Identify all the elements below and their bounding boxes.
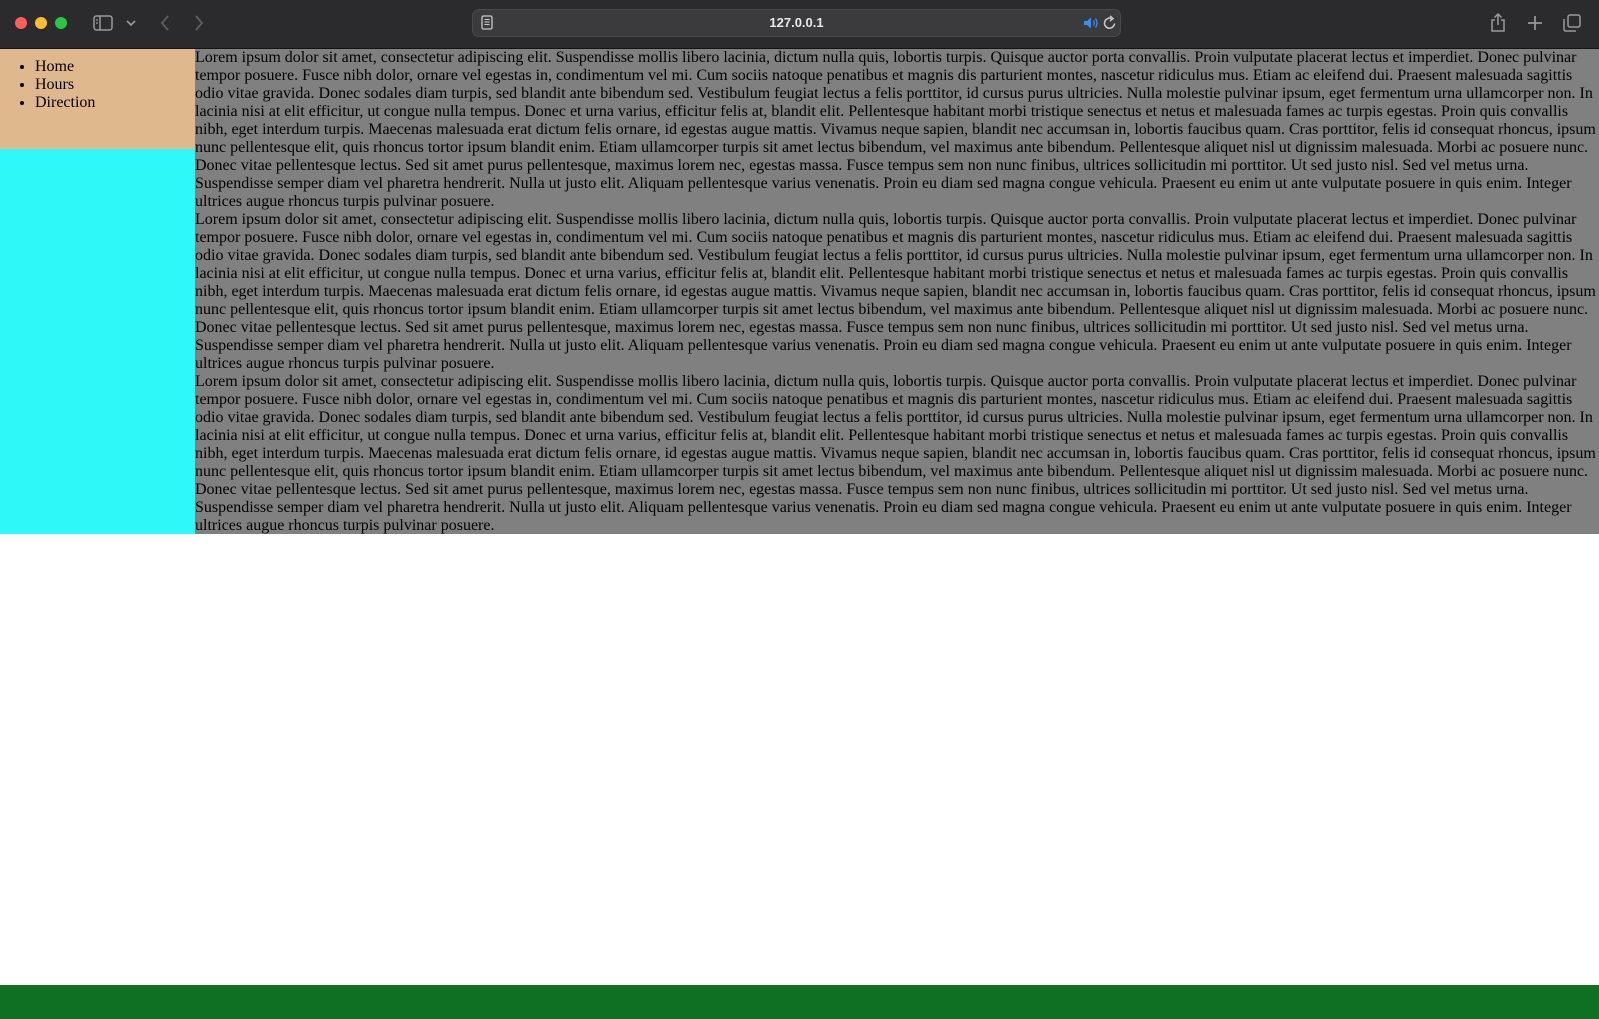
minimize-window-button[interactable] bbox=[35, 17, 47, 29]
url-text: 127.0.0.1 bbox=[769, 15, 824, 30]
new-tab-icon[interactable] bbox=[1524, 12, 1546, 34]
tabs-overview-icon[interactable] bbox=[1561, 12, 1583, 34]
nav-item-home[interactable]: Home bbox=[35, 58, 195, 76]
share-icon[interactable] bbox=[1487, 12, 1509, 34]
paragraph: Lorem ipsum dolor sit amet, consectetur … bbox=[195, 211, 1596, 372]
footer bbox=[0, 985, 1599, 1019]
sidebar-panel bbox=[0, 149, 195, 534]
navigation: Home Hours Direction bbox=[0, 49, 195, 149]
forward-icon[interactable] bbox=[188, 12, 210, 34]
sidebar-icon[interactable] bbox=[90, 12, 116, 34]
nav-item-direction[interactable]: Direction bbox=[35, 94, 195, 112]
maximize-window-button[interactable] bbox=[55, 17, 67, 29]
audio-icon[interactable] bbox=[1083, 16, 1099, 35]
nav-item-hours[interactable]: Hours bbox=[35, 76, 195, 94]
browser-toolbar: 127.0.0.1 bbox=[0, 0, 1599, 49]
address-bar[interactable]: 127.0.0.1 bbox=[472, 9, 1121, 37]
close-window-button[interactable] bbox=[15, 17, 27, 29]
chevron-down-icon[interactable] bbox=[124, 12, 138, 34]
back-icon[interactable] bbox=[154, 12, 176, 34]
main-content: Lorem ipsum dolor sit amet, consectetur … bbox=[195, 49, 1599, 534]
nav-list: Home Hours Direction bbox=[0, 49, 195, 112]
paragraph: Lorem ipsum dolor sit amet, consectetur … bbox=[195, 49, 1596, 210]
paragraph: Lorem ipsum dolor sit amet, consectetur … bbox=[195, 373, 1596, 534]
reload-icon[interactable] bbox=[1103, 15, 1117, 36]
